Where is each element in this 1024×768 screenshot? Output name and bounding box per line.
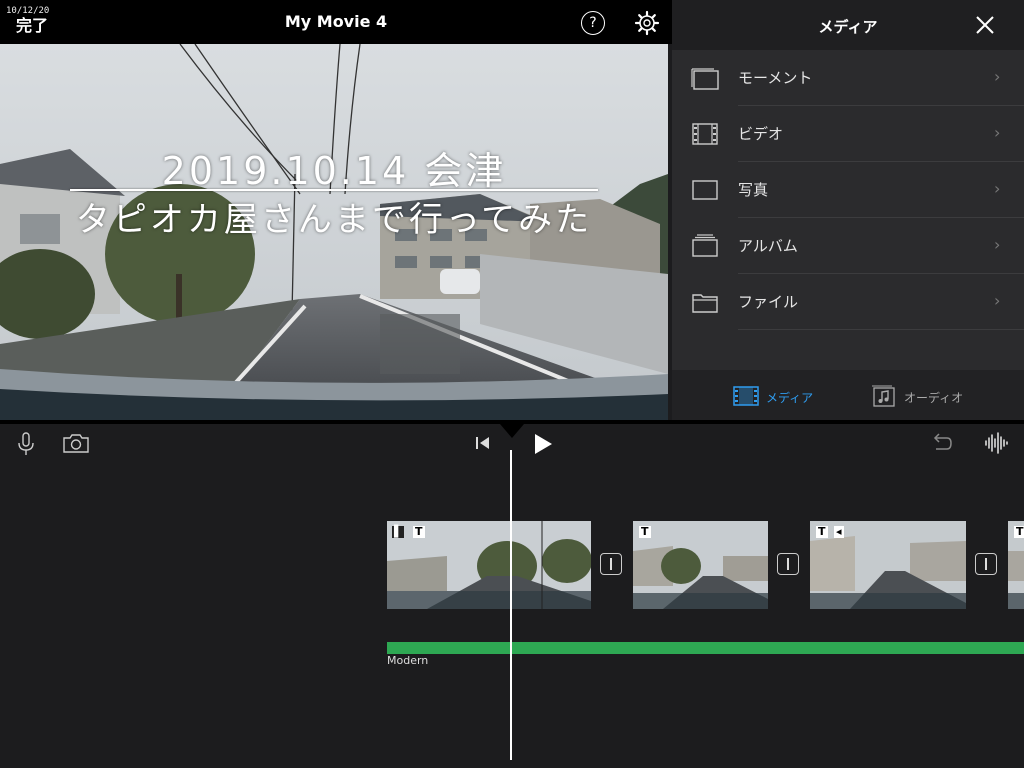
title-badge: T	[413, 525, 425, 538]
music-track-label: Modern	[387, 654, 429, 667]
title-caption-line1: 2019.10.14 会津	[161, 149, 507, 193]
moments-icon	[691, 68, 719, 90]
video-clip[interactable]: ▌ T	[387, 521, 591, 609]
chevron-right-icon: ›	[994, 123, 1001, 142]
media-item-files[interactable]: ファイル ›	[672, 274, 1024, 330]
transition-button[interactable]	[777, 553, 799, 575]
microphone-icon[interactable]	[16, 432, 36, 456]
gear-icon[interactable]	[634, 10, 660, 36]
film-icon	[733, 386, 759, 406]
camera-icon[interactable]	[62, 432, 90, 454]
media-item-albums[interactable]: アルバム ›	[672, 218, 1024, 274]
title-badge: T	[816, 525, 828, 538]
media-item-label: ファイル	[738, 293, 799, 311]
media-item-label: アルバム	[738, 237, 798, 255]
chevron-right-icon: ›	[994, 67, 1001, 86]
project-title: My Movie 4	[284, 12, 388, 31]
media-tab-bar	[672, 370, 1024, 420]
playhead[interactable]	[510, 450, 512, 760]
music-note-icon	[872, 385, 895, 407]
chevron-right-icon: ›	[994, 179, 1001, 198]
date-stamp: 10/12/20	[6, 6, 50, 16]
media-item-label: ビデオ	[738, 125, 784, 143]
video-clip[interactable]: T ◂	[810, 521, 966, 609]
chevron-right-icon: ›	[994, 235, 1001, 254]
background-music-track[interactable]	[387, 642, 1024, 654]
tab-label: メディア	[766, 391, 814, 405]
skip-to-start-icon[interactable]	[474, 435, 492, 451]
media-item-label: モーメント	[738, 69, 813, 87]
title-caption-line2: タピオカ屋さんまで行ってみた	[75, 200, 593, 240]
transition-button[interactable]	[600, 553, 622, 575]
transition-button[interactable]	[975, 553, 997, 575]
chevron-right-icon: ›	[994, 291, 1001, 310]
media-item-moments[interactable]: モーメント ›	[672, 50, 1024, 106]
speaker-muted-icon: ◂	[834, 525, 844, 538]
video-clip[interactable]: T	[1008, 521, 1024, 609]
title-badge: T	[639, 525, 651, 538]
film-icon	[692, 123, 718, 145]
audio-waveform-icon[interactable]	[984, 430, 1010, 456]
folder-icon	[692, 294, 718, 313]
video-clip[interactable]: T	[633, 521, 768, 609]
row-divider	[738, 329, 1024, 330]
transition-badge: ▌	[392, 525, 405, 538]
title-badge: T	[1014, 525, 1024, 538]
tab-label: オーディオ	[904, 391, 964, 405]
media-item-label: 写真	[738, 181, 769, 199]
caption-divider	[70, 189, 598, 191]
media-item-photos[interactable]: 写真 ›	[672, 162, 1024, 218]
playhead-notch	[500, 424, 524, 438]
undo-icon[interactable]	[930, 430, 954, 454]
question-circle-icon[interactable]: ?	[581, 11, 605, 35]
media-item-video[interactable]: ビデオ ›	[672, 106, 1024, 162]
album-icon	[692, 234, 718, 257]
close-icon[interactable]	[972, 12, 998, 38]
play-icon[interactable]	[532, 432, 554, 456]
photo-icon	[692, 180, 718, 200]
